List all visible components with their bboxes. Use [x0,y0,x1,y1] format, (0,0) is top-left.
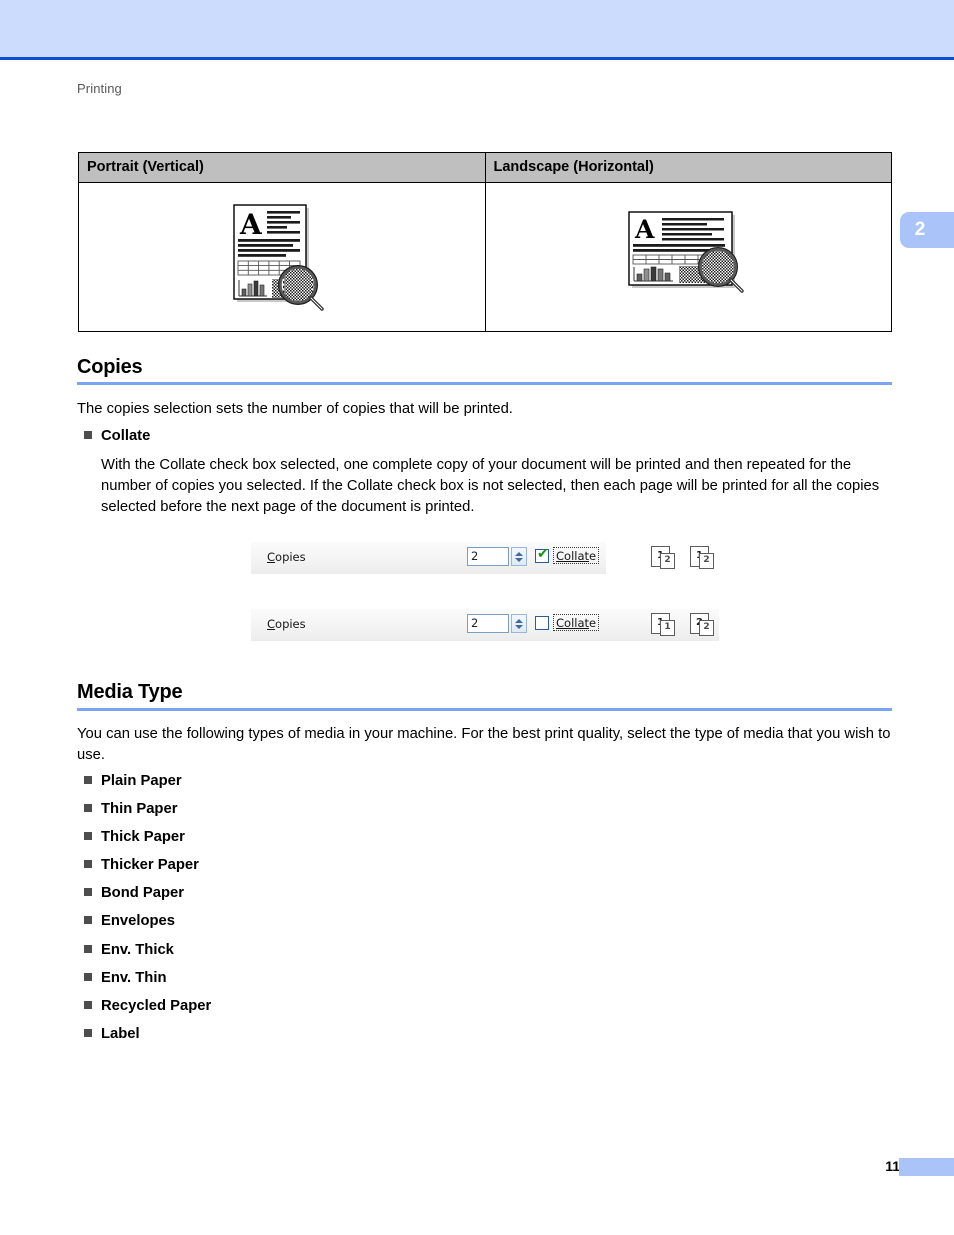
running-head: Printing [77,81,122,96]
bullet-square-icon [84,860,92,868]
bullet-square-icon [84,916,92,924]
bullet-square-icon [84,776,92,784]
media-item-label: Plain Paper [101,773,182,789]
media-item-label: Recycled Paper [101,998,212,1014]
footer-tab-marker [899,1158,954,1176]
orientation-table: Portrait (Vertical) Landscape (Horizonta… [78,152,892,332]
landscape-illustration-wrap: A [487,205,891,310]
svg-text:A: A [239,208,263,241]
media-item-label: Env. Thick [101,942,174,958]
copies-label-2: Copies [267,617,306,631]
bullet-label: Label [84,1026,140,1042]
media-item-label: Thick Paper [101,829,185,845]
media-item-label: Bond Paper [101,885,185,901]
page-header-band [0,0,954,57]
bullet-square-icon [84,973,92,981]
page-preview-thumb: 1 1 [651,613,681,637]
bullet-thick-paper: Thick Paper [84,829,185,845]
bullet-thin-paper: Thin Paper [84,801,177,817]
spinner-up-icon[interactable] [515,618,523,623]
section-heading-copies: Copies [77,356,143,378]
collate-description: With the Collate check box selected, one… [101,457,880,515]
section-rule-copies [77,382,892,385]
preview-sheet-front: 2 [699,553,714,569]
media-item-label: Label [101,1026,140,1042]
spinner-up-icon[interactable] [515,551,523,556]
page-preview-thumb: 1 2 [690,546,720,570]
copies-label-1: Copies [267,550,306,564]
page-preview-thumb: 2 2 [690,613,720,637]
preview-sheet-front: 2 [699,620,714,636]
table-row: A A [78,182,892,332]
copies-input-1[interactable]: 2 [467,547,509,566]
bullet-square-icon [84,945,92,953]
spinner-down-icon[interactable] [515,624,523,629]
collate-checkbox-label-1[interactable]: Collate [553,547,600,564]
bullet-square-icon [84,832,92,840]
chapter-tab: 2 [900,212,954,248]
page-header-rule [0,57,954,60]
bullet-envelopes: Envelopes [84,913,175,929]
column-header-landscape: Landscape (Horizontal) [484,152,892,183]
collate-checkbox-label-2[interactable]: Collate [553,614,600,631]
chapter-tab-number: 2 [914,219,926,240]
bullet-collate-label: Collate [101,428,151,444]
collate-checkbox-2[interactable] [535,616,549,630]
portrait-illustration-wrap: A [80,197,484,317]
bullet-bond-paper: Bond Paper [84,885,184,901]
page-number: 11 [885,1158,900,1174]
bullet-square-icon [84,804,92,812]
section-rule-media-type [77,708,892,711]
section-heading-media-type: Media Type [77,681,183,703]
page-preview-thumb: 1 2 [651,546,681,570]
media-item-label: Thin Paper [101,801,178,817]
bullet-square-icon [84,1029,92,1037]
column-header-portrait: Portrait (Vertical) [78,152,486,183]
bullet-env-thick: Env. Thick [84,942,174,958]
collate-preview-group-1: 1 2 1 2 [651,546,720,570]
copies-spinner-1[interactable] [511,547,527,566]
table-header-row: Portrait (Vertical) Landscape (Horizonta… [78,152,892,183]
check-icon: ✔ [537,546,549,562]
portrait-cell: A [78,182,486,332]
bullet-thicker-paper: Thicker Paper [84,857,199,873]
bullet-square-icon [84,1001,92,1009]
media-item-label: Env. Thin [101,970,167,986]
bullet-square-icon [84,431,92,439]
collate-preview-group-2: 1 1 2 2 [651,613,720,637]
spinner-down-icon[interactable] [515,557,523,562]
svg-text:A: A [634,215,655,244]
media-intro-text: You can use the following types of media… [77,726,891,763]
bullet-square-icon [84,888,92,896]
media-item-label: Thicker Paper [101,857,199,873]
collate-checkbox-1[interactable]: ✔ [535,546,549,563]
copies-input-2[interactable]: 2 [467,614,509,633]
bullet-collate: Collate [84,428,150,444]
bullet-plain-paper: Plain Paper [84,773,182,789]
landscape-cell: A [484,182,892,332]
preview-sheet-front: 1 [660,620,675,636]
copies-widget-collate-on: Copies 2 ✔ Collate 1 2 1 2 [251,542,714,574]
copies-intro-text: The copies selection sets the number of … [77,401,513,417]
bullet-env-thin: Env. Thin [84,970,167,986]
preview-sheet-front: 2 [660,553,675,569]
copies-spinner-2[interactable] [511,614,527,633]
portrait-document-with-magnifier-icon: A [227,197,337,317]
media-item-label: Envelopes [101,913,176,929]
bullet-recycled-paper: Recycled Paper [84,998,211,1014]
landscape-document-with-magnifier-icon: A [621,205,756,310]
copies-widget-collate-off: Copies 2 Collate 1 1 2 2 [251,609,719,641]
